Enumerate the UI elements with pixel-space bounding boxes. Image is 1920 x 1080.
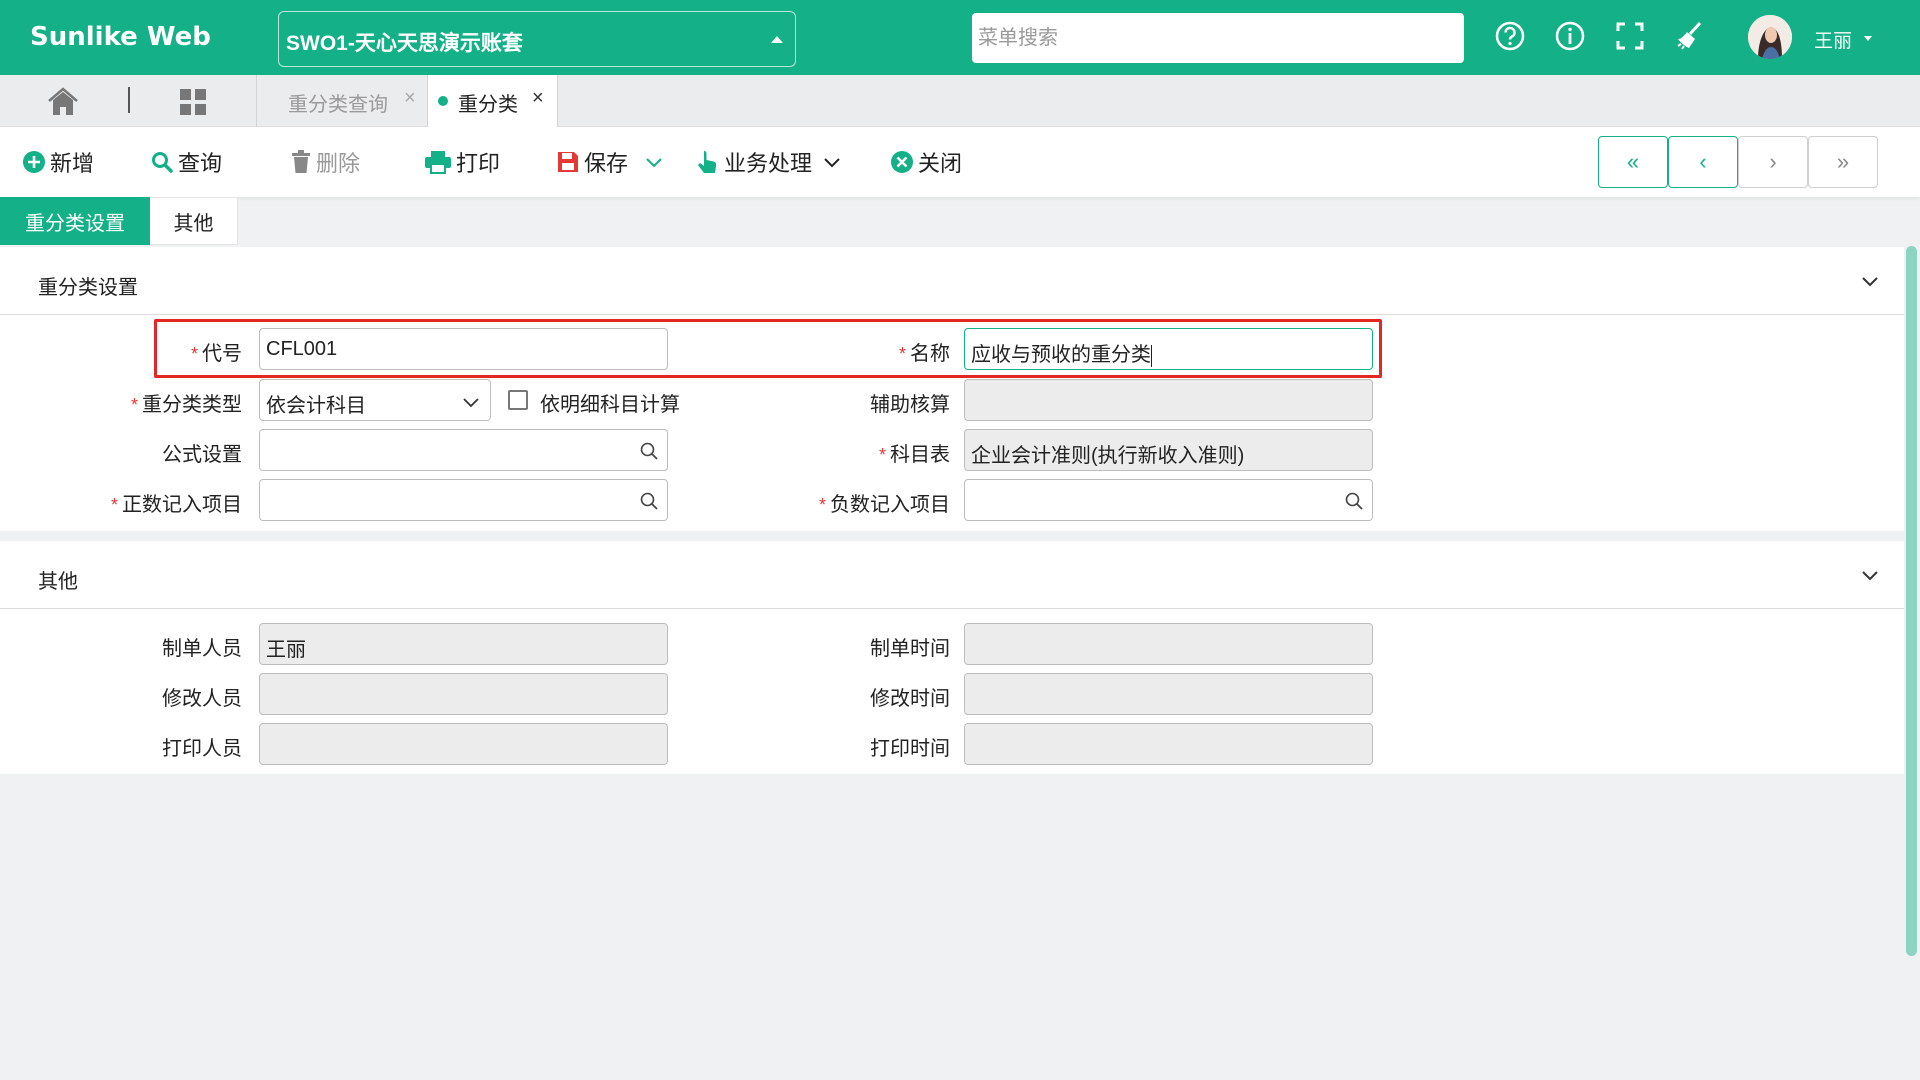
tab-label: 重分类查询 (288, 94, 388, 116)
delete-button[interactable]: 删除 (290, 147, 360, 177)
modify-time-input (964, 673, 1373, 715)
top-bar: Sunlike Web SWO1-天心天思演示账套 王丽 (0, 0, 1920, 75)
subtab-reclass-settings[interactable]: 重分类设置 (0, 197, 150, 245)
detail-account-checkbox[interactable] (508, 390, 528, 410)
positive-entry-input[interactable] (259, 479, 668, 521)
printer-label: 打印人员 (162, 738, 242, 760)
next-record-button[interactable]: › (1738, 136, 1808, 188)
user-caret-icon[interactable] (1864, 36, 1872, 41)
new-button[interactable]: 新增 (22, 147, 94, 177)
positive-entry-label: * 正数记入项目 (110, 494, 242, 516)
highlight-box (154, 319, 1382, 378)
help-icon[interactable] (1494, 20, 1526, 52)
section-header[interactable]: 重分类设置 (0, 247, 1904, 315)
create-time-label: 制单时间 (870, 638, 950, 660)
prev-record-button[interactable]: ‹ (1668, 136, 1738, 188)
home-icon[interactable] (46, 87, 80, 117)
negative-entry-label: * 负数记入项目 (818, 494, 950, 516)
chevron-down-icon[interactable] (1860, 565, 1880, 585)
delete-label: 删除 (316, 151, 361, 176)
close-circle-icon (891, 151, 913, 173)
chevron-down-icon[interactable] (644, 152, 664, 172)
required-mark: * (130, 395, 138, 415)
modifier-label: 修改人员 (162, 688, 242, 710)
negative-entry-input[interactable] (964, 479, 1373, 521)
search-icon[interactable] (639, 491, 659, 511)
print-button[interactable]: 打印 (424, 147, 500, 177)
search-icon (152, 152, 173, 173)
close-label: 关闭 (918, 151, 963, 176)
modifier-input (259, 673, 668, 715)
caret-up-icon (771, 36, 783, 43)
print-time-label: 打印时间 (870, 738, 950, 760)
fullscreen-icon[interactable] (1614, 20, 1646, 52)
tab-reclass-query[interactable]: 重分类查询 × (256, 75, 428, 127)
new-label: 新增 (50, 151, 95, 176)
user-name[interactable]: 王丽 (1814, 26, 1852, 53)
formula-label: 公式设置 (162, 444, 242, 466)
page-tabs-bar: 重分类查询 × 重分类 × (0, 75, 1920, 127)
vertical-scrollbar[interactable] (1906, 246, 1917, 956)
required-mark: * (818, 495, 826, 515)
aux-accounting-input (964, 379, 1373, 421)
save-icon (558, 152, 578, 172)
form-subtabs: 重分类设置 其他 (0, 197, 1920, 247)
create-time-input (964, 623, 1373, 665)
info-icon[interactable] (1554, 20, 1586, 52)
chevron-down-icon (463, 398, 479, 408)
creator-label: 制单人员 (162, 638, 242, 660)
chevron-down-icon (824, 158, 840, 168)
reclass-type-select[interactable]: 依会计科目 (259, 379, 491, 421)
add-circle-icon (23, 151, 45, 173)
detail-account-label: 依明细科目计算 (540, 394, 680, 416)
account-name: SWO1-天心天思演示账套 (286, 32, 523, 55)
section-title: 重分类设置 (38, 277, 138, 299)
trash-icon (292, 150, 310, 173)
active-dot-icon (438, 96, 448, 106)
search-icon[interactable] (639, 441, 659, 461)
chart-of-accounts-input: 企业会计准则(执行新收入准则) (964, 429, 1373, 471)
account-selector[interactable]: SWO1-天心天思演示账套 (278, 11, 796, 67)
subtab-other[interactable]: 其他 (150, 197, 238, 245)
chevron-down-icon[interactable] (1860, 271, 1880, 291)
search-icon[interactable] (1344, 491, 1364, 511)
clean-icon[interactable] (1674, 20, 1706, 52)
grid-menu-icon[interactable] (178, 87, 208, 117)
print-icon (425, 151, 451, 174)
close-button[interactable]: 关闭 (890, 147, 962, 177)
print-label: 打印 (456, 151, 501, 176)
required-mark: * (878, 445, 886, 465)
save-label: 保存 (584, 151, 629, 176)
user-avatar-icon (1748, 15, 1792, 59)
modify-time-label: 修改时间 (870, 688, 950, 710)
print-time-input (964, 723, 1373, 765)
brand-logo: Sunlike Web (30, 22, 211, 52)
printer-input (259, 723, 668, 765)
reclass-type-label: * 重分类类型 (130, 394, 242, 416)
save-button[interactable]: 保存 (556, 147, 664, 177)
creator-input: 王丽 (259, 623, 668, 665)
close-icon[interactable]: × (532, 87, 544, 110)
last-record-button[interactable]: » (1808, 136, 1878, 188)
toolbar: 新增 查询 删除 打印 保存 业务处理 关闭 « ‹ › » (0, 127, 1920, 197)
tab-label: 重分类 (458, 94, 518, 116)
avatar[interactable] (1748, 15, 1792, 59)
formula-input[interactable] (259, 429, 668, 471)
required-mark: * (110, 495, 118, 515)
chart-of-accounts-label: * 科目表 (878, 444, 950, 466)
pointer-hand-icon (698, 151, 717, 173)
tab-divider (128, 87, 130, 113)
tab-reclass[interactable]: 重分类 × (428, 75, 558, 127)
close-icon[interactable]: × (404, 87, 416, 110)
aux-accounting-label: 辅助核算 (870, 394, 950, 416)
first-record-button[interactable]: « (1598, 136, 1668, 188)
business-process-button[interactable]: 业务处理 (696, 147, 842, 177)
section-title: 其他 (38, 571, 78, 593)
query-label: 查询 (178, 151, 223, 176)
menu-search-input[interactable] (972, 13, 1464, 63)
section-header[interactable]: 其他 (0, 541, 1904, 609)
query-button[interactable]: 查询 (150, 147, 222, 177)
business-label: 业务处理 (724, 151, 813, 176)
